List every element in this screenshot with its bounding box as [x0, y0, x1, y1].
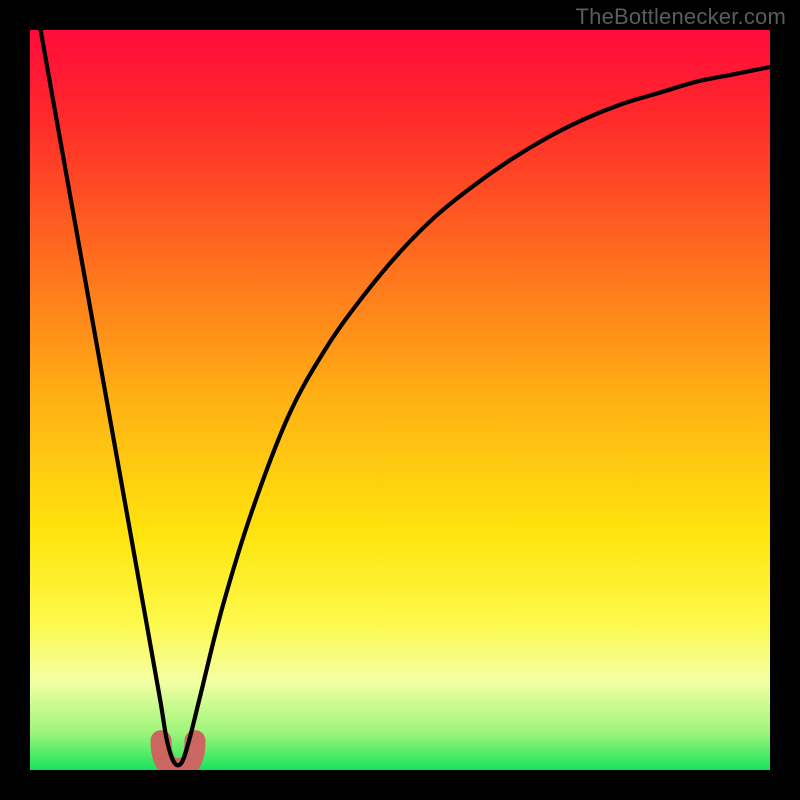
plot-area [30, 30, 770, 770]
background-gradient [30, 30, 770, 770]
watermark-text: TheBottlenecker.com [576, 4, 786, 30]
chart-frame: TheBottlenecker.com [0, 0, 800, 800]
